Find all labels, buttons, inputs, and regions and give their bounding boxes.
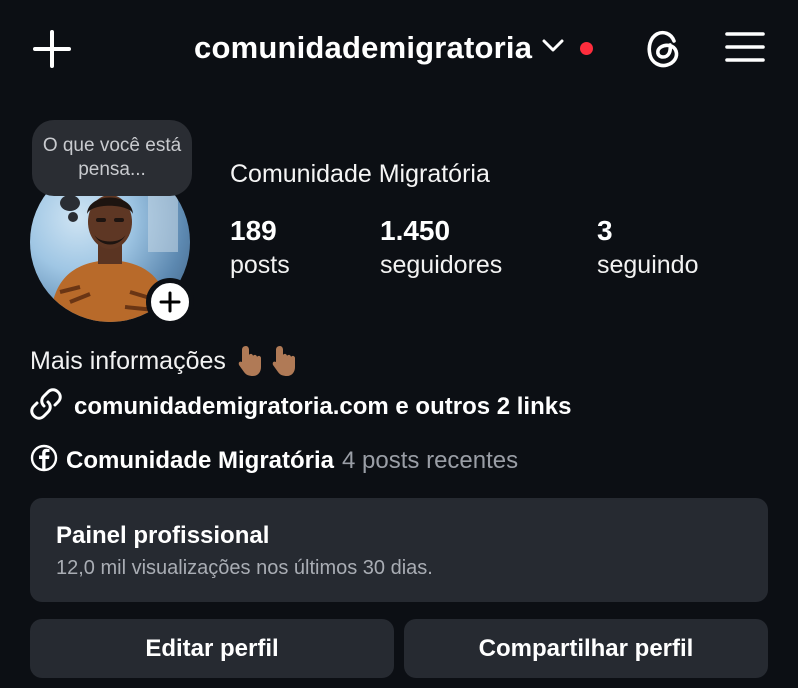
stat-following[interactable]: 3 seguindo bbox=[597, 214, 698, 282]
facebook-page-name: Comunidade Migratória bbox=[66, 446, 335, 474]
edit-profile-button[interactable]: Editar perfil bbox=[30, 619, 394, 678]
add-story-button[interactable] bbox=[146, 278, 194, 326]
chevron-down-icon[interactable] bbox=[542, 39, 564, 58]
professional-dashboard[interactable]: Painel profissional 12,0 mil visualizaçõ… bbox=[30, 498, 768, 602]
stat-posts[interactable]: 189 posts bbox=[230, 214, 290, 282]
notification-dot bbox=[580, 41, 594, 55]
bio-text: Mais informações bbox=[30, 346, 226, 375]
create-icon[interactable] bbox=[30, 27, 74, 71]
menu-icon[interactable] bbox=[722, 27, 768, 67]
link-text: comunidademigratoria.com e outros 2 link… bbox=[74, 392, 572, 420]
note-bubble-tail bbox=[60, 195, 80, 211]
stat-followers[interactable]: 1.450 seguidores bbox=[380, 214, 502, 282]
stat-posts-label: posts bbox=[230, 251, 290, 279]
panel-subtitle: 12,0 mil visualizações nos últimos 30 di… bbox=[56, 557, 433, 579]
stat-followers-label: seguidores bbox=[380, 251, 503, 279]
pointing-down-emoji-icon bbox=[236, 344, 298, 378]
facebook-recent-posts: 4 posts recentes bbox=[342, 446, 519, 474]
link-icon bbox=[30, 388, 62, 425]
panel-title: Painel profissional bbox=[56, 522, 270, 549]
profile-screen: comunidademigratoria O que você está pen… bbox=[0, 0, 798, 688]
share-profile-button[interactable]: Compartilhar perfil bbox=[404, 619, 768, 678]
facebook-link[interactable]: Comunidade Migratória 4 posts recentes bbox=[30, 444, 518, 477]
threads-icon[interactable] bbox=[641, 25, 687, 71]
stat-following-label: seguindo bbox=[597, 251, 699, 279]
note-text: O que você está pensa... bbox=[42, 135, 182, 180]
note-bubble-tail-small bbox=[68, 212, 78, 222]
username[interactable]: comunidademigratoria bbox=[194, 30, 532, 66]
stat-following-count: 3 bbox=[597, 215, 613, 246]
bio: Mais informações 👇🏽👇🏽 bbox=[30, 344, 298, 378]
note-bubble[interactable]: O que você está pensa... bbox=[32, 120, 192, 196]
stat-posts-count: 189 bbox=[230, 215, 277, 246]
stat-followers-count: 1.450 bbox=[380, 215, 451, 246]
display-name: Comunidade Migratória bbox=[230, 160, 490, 188]
facebook-icon bbox=[30, 444, 58, 477]
plus-icon bbox=[159, 291, 181, 313]
profile-link[interactable]: comunidademigratoria.com e outros 2 link… bbox=[30, 388, 571, 425]
account-switcher[interactable]: comunidademigratoria bbox=[194, 26, 594, 70]
